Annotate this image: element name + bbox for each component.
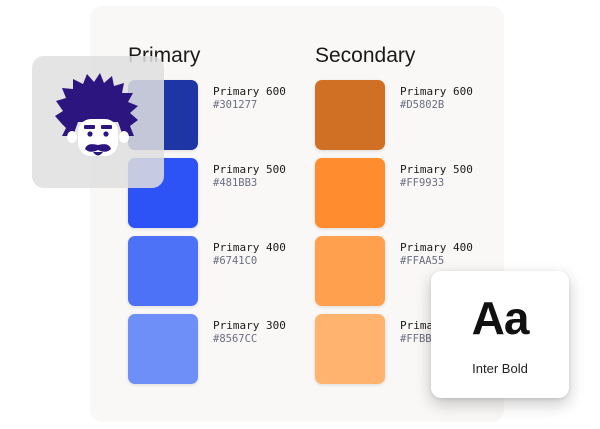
secondary-swatch-300-name: Prima xyxy=(400,319,434,332)
primary-swatch-300-hex: #8567CC xyxy=(213,333,258,345)
secondary-swatch-300-hex: #FFBB xyxy=(400,333,432,345)
secondary-swatch-600-name: Primary 600 xyxy=(400,85,473,98)
primary-swatch-500-hex: #481BB3 xyxy=(213,177,258,189)
secondary-swatch-400-hex: #FFAA55 xyxy=(400,255,445,267)
primary-swatch-300-name: Primary 300 xyxy=(213,319,286,332)
primary-swatch-500-name: Primary 500 xyxy=(213,163,286,176)
primary-swatch-400-hex: #6741C0 xyxy=(213,255,258,267)
typography-card: Aa Inter Bold xyxy=(431,271,569,398)
primary-swatch-300[interactable] xyxy=(128,314,198,384)
einstein-avatar-icon xyxy=(55,73,138,156)
secondary-swatch-500-hex: #FF9933 xyxy=(400,177,445,189)
font-name-label: Inter Bold xyxy=(472,361,528,376)
primary-swatch-400[interactable] xyxy=(128,236,198,306)
font-sample: Aa xyxy=(471,292,530,344)
secondary-swatch-400[interactable] xyxy=(315,236,385,306)
secondary-swatch-500-name: Primary 500 xyxy=(400,163,473,176)
primary-swatch-400-name: Primary 400 xyxy=(213,241,286,254)
secondary-swatch-400-name: Primary 400 xyxy=(400,241,473,254)
secondary-swatch-300[interactable] xyxy=(315,314,385,384)
secondary-swatch-600[interactable] xyxy=(315,80,385,150)
primary-swatch-600-name: Primary 600 xyxy=(213,85,286,98)
secondary-swatch-600-hex: #D5802B xyxy=(400,99,445,111)
avatar-card xyxy=(32,56,164,188)
secondary-group-title: Secondary xyxy=(315,44,416,67)
secondary-swatch-500[interactable] xyxy=(315,158,385,228)
primary-swatch-600-hex: #301277 xyxy=(213,99,258,111)
